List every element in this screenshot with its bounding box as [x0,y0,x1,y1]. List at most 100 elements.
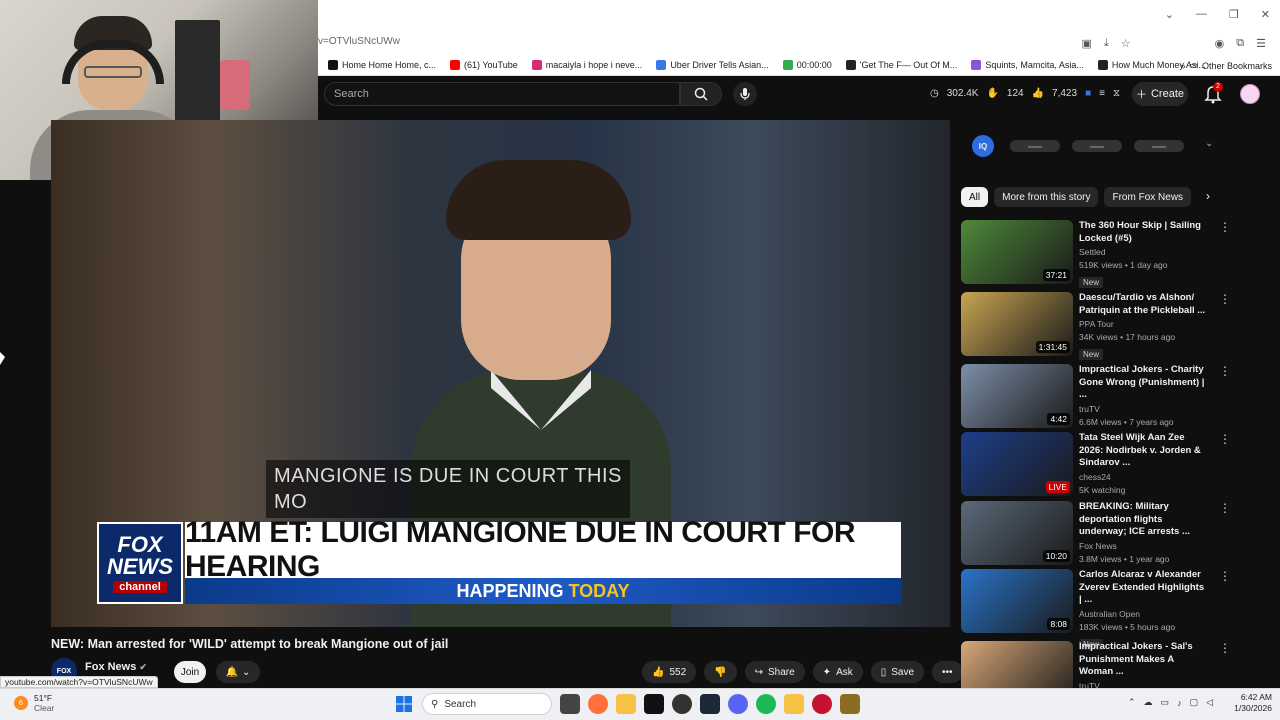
iq-chip[interactable]: ▬▬ [1134,140,1184,152]
bookmark-item[interactable]: Home Home Home, c... [328,60,436,70]
ask-button[interactable]: ✦ Ask [812,661,863,683]
video-thumbnail[interactable]: 1:31:45 [961,292,1073,356]
bookmark-item[interactable]: (61) YouTube [450,60,518,70]
dislike-button[interactable]: 👎 [704,661,737,683]
chevron-up-icon[interactable]: ⌃ [1128,697,1136,708]
recommended-video-title[interactable]: Tata Steel Wijk Aan Zee 2026: Nodirbek v… [1079,432,1207,470]
other-bookmarks[interactable]: » ▭ Other Bookmarks [1180,60,1272,71]
recommended-video-title[interactable]: BREAKING: Military deportation flights u… [1079,501,1207,539]
extensions-icon[interactable]: ⧉ [1236,37,1244,50]
iq-extension-logo[interactable]: IQ [972,135,994,157]
recommended-video[interactable]: 10:20 BREAKING: Military deportation flig… [961,501,1231,565]
obs-icon[interactable] [672,694,692,714]
speaker-icon[interactable]: ◁ [1206,697,1213,708]
like-count: 552 [669,666,687,678]
task-view-icon[interactable] [560,694,580,714]
system-clock[interactable]: 6:42 AM 1/30/2026 [1226,692,1272,714]
chip-all[interactable]: All [961,187,989,207]
bookmark-item[interactable]: macaiyla i hope i neve... [531,60,642,70]
chevron-right-icon[interactable]: › [1206,189,1210,203]
download-icon[interactable]: ⤓ [1104,37,1109,50]
video-thumbnail[interactable]: 10:20 [961,501,1073,565]
video-thumbnail[interactable]: LIVE [961,432,1073,496]
recommended-video-title[interactable]: Impractical Jokers - Charity Gone Wrong … [1079,364,1207,402]
file-explorer-icon[interactable] [616,694,636,714]
search-input[interactable] [324,82,680,106]
close-button[interactable]: ✕ [1261,8,1270,21]
chip-from-fox-news[interactable]: From Fox News [1104,187,1192,207]
menu-icon[interactable]: ☰ [1256,37,1266,50]
recommended-video[interactable]: 1:31:45 Daescu/Tardio vs Alshon/ Patriqui… [961,292,1231,360]
more-options-icon[interactable]: ⋮ [1219,364,1231,428]
star-icon[interactable]: ☆ [1121,37,1131,50]
iq-chip[interactable]: ▬▬ [1010,140,1060,152]
chevron-down-icon[interactable]: ⌄ [1205,138,1213,149]
cloud-icon[interactable]: ☁ [1144,697,1153,708]
recommended-video-channel[interactable]: chess24 [1079,471,1207,484]
recommended-video-channel[interactable]: PPA Tour [1079,318,1207,331]
recommended-video-info: BREAKING: Military deportation flights u… [1079,501,1207,565]
join-button[interactable]: Join [174,661,206,683]
create-button[interactable]: ＋ Create [1132,82,1188,106]
share-button[interactable]: ↪ Share [744,661,805,683]
bookmark-item[interactable]: Uber Driver Tells Asian... [656,60,769,70]
recommended-video-title[interactable]: Impractical Jokers - Sal's Punishment Ma… [1079,641,1207,679]
chip-more-from-story[interactable]: More from this story [994,187,1099,207]
playlist-icon[interactable]: ≡ [1099,88,1105,99]
recommended-video-title[interactable]: The 360 Hour Skip | Sailing Locked (#5) [1079,220,1207,245]
bookmark-item[interactable]: 00:00:00 [782,60,832,70]
more-options-icon[interactable]: ⋮ [1219,220,1231,284]
more-actions-button[interactable]: ••• [932,661,963,683]
x-app-icon[interactable] [644,694,664,714]
folder-icon[interactable]: ▭ [1161,697,1170,708]
video-thumbnail[interactable]: 37:21 [961,220,1073,284]
taskbar-search[interactable]: ⚲ Search [422,693,552,715]
recommended-video-title[interactable]: Daescu/Tardio vs Alshon/ Patriquin at th… [1079,292,1207,317]
recommended-video-channel[interactable]: Fox News [1079,540,1207,553]
recommended-video[interactable]: LIVE Tata Steel Wijk Aan Zee 2026: Nodirb… [961,432,1231,496]
recommended-video[interactable]: 8:08 Carlos Alcaraz v Alexander Zverev Ex… [961,569,1231,650]
more-options-icon[interactable]: ⋮ [1219,501,1231,565]
firefox-icon[interactable] [588,694,608,714]
app-icon[interactable] [784,694,804,714]
recommended-video[interactable]: 4:42 Impractical Jokers - Charity Gone Wr… [961,364,1231,428]
recommended-video-channel[interactable]: truTV [1079,403,1207,416]
recommended-video-channel[interactable]: Settled [1079,246,1207,259]
video-thumbnail[interactable]: 8:08 [961,569,1073,633]
chevron-down-icon[interactable]: ⌄ [1165,8,1174,21]
channel-name[interactable]: Fox News ✔ [85,661,147,673]
save-button[interactable]: ▯ Save [870,661,925,683]
recommended-video-channel[interactable]: Australian Open [1079,608,1207,621]
bookmark-item[interactable]: 'Get The F— Out Of M... [845,60,957,70]
discord-icon[interactable] [728,694,748,714]
more-options-icon[interactable]: ⋮ [1219,432,1231,496]
screenshot-icon[interactable]: ▣ [1082,37,1092,50]
video-player[interactable]: MANGIONE IS DUE IN COURT THIS MO FOX NEW… [51,120,950,627]
search-button[interactable] [680,82,722,106]
spotify-icon[interactable] [756,694,776,714]
recommended-video-title[interactable]: Carlos Alcaraz v Alexander Zverev Extend… [1079,569,1207,607]
display-icon[interactable]: ▢ [1190,697,1199,708]
microphone-icon[interactable]: ♪ [1177,698,1182,708]
voice-search-button[interactable] [733,82,757,106]
minimize-button[interactable]: — [1196,8,1207,21]
more-options-icon[interactable]: ⋮ [1219,569,1231,633]
app-icon[interactable] [812,694,832,714]
steam-icon[interactable] [700,694,720,714]
address-bar[interactable]: v=OTVluSNcUWw [318,36,1018,52]
more-options-icon[interactable]: ⋮ [1219,292,1231,356]
extension-icon[interactable]: ■ [1085,88,1091,99]
profile-icon[interactable]: ◉ [1215,37,1225,50]
filter-icon[interactable]: ⧖ [1113,88,1120,99]
bookmark-item[interactable]: Squints, Mamcita, Asia... [971,60,1084,70]
recommended-video[interactable]: 37:21 The 360 Hour Skip | Sailing Locked … [961,220,1231,288]
restore-button[interactable]: ❐ [1229,8,1239,21]
windows-start-icon[interactable] [394,694,414,714]
like-button[interactable]: 👍 552 [642,661,697,683]
subscription-bell-button[interactable]: 🔔 ⌄ [216,661,260,683]
weather-widget[interactable]: 6 51°F Clear [14,693,54,713]
iq-chip[interactable]: ▬▬ [1072,140,1122,152]
app-icon[interactable] [840,694,860,714]
video-thumbnail[interactable]: 4:42 [961,364,1073,428]
avatar[interactable] [1240,84,1260,104]
